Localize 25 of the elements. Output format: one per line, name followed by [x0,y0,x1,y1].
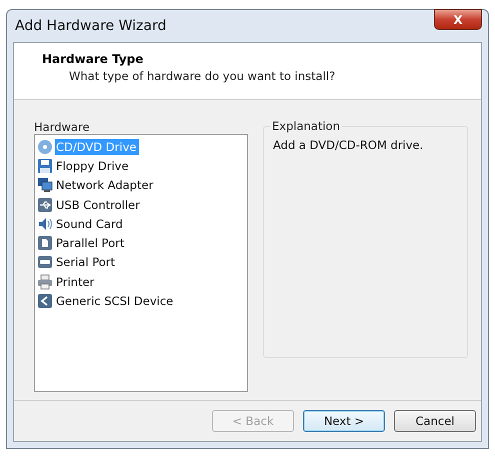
list-item[interactable]: Parallel Port [55,235,128,252]
list-item[interactable]: Serial Port [55,254,118,270]
list-item[interactable]: Generic SCSI Device [55,293,176,310]
group-label: Explanation [270,119,342,133]
list-item[interactable]: Sound Card [55,216,126,232]
wizard-button[interactable]: Next > [303,410,385,432]
list-item[interactable]: USB Controller [55,196,143,213]
close-button[interactable]: X [434,9,482,30]
explanation-text: Add a DVD/CD-ROM drive. [273,138,424,152]
page-title: Hardware Type [42,52,144,66]
printer-icon [37,274,53,290]
list-item[interactable]: Floppy Drive [55,158,132,174]
port-icon [37,254,53,270]
disc-icon [37,138,53,155]
window-title: Add Hardware Wizard [14,18,166,34]
port-icon [37,235,53,252]
usb-icon [37,196,53,213]
list-label: Hardware [34,120,91,134]
monitors-icon [37,177,53,194]
speaker-icon [37,216,53,232]
device-icon [37,293,53,310]
page-subtitle: What type of hardware do you want to install? [69,69,336,83]
wizard-button[interactable]: Cancel [394,410,476,432]
list-item[interactable]: Printer [55,274,98,290]
list-item[interactable]: Network Adapter [55,177,156,194]
